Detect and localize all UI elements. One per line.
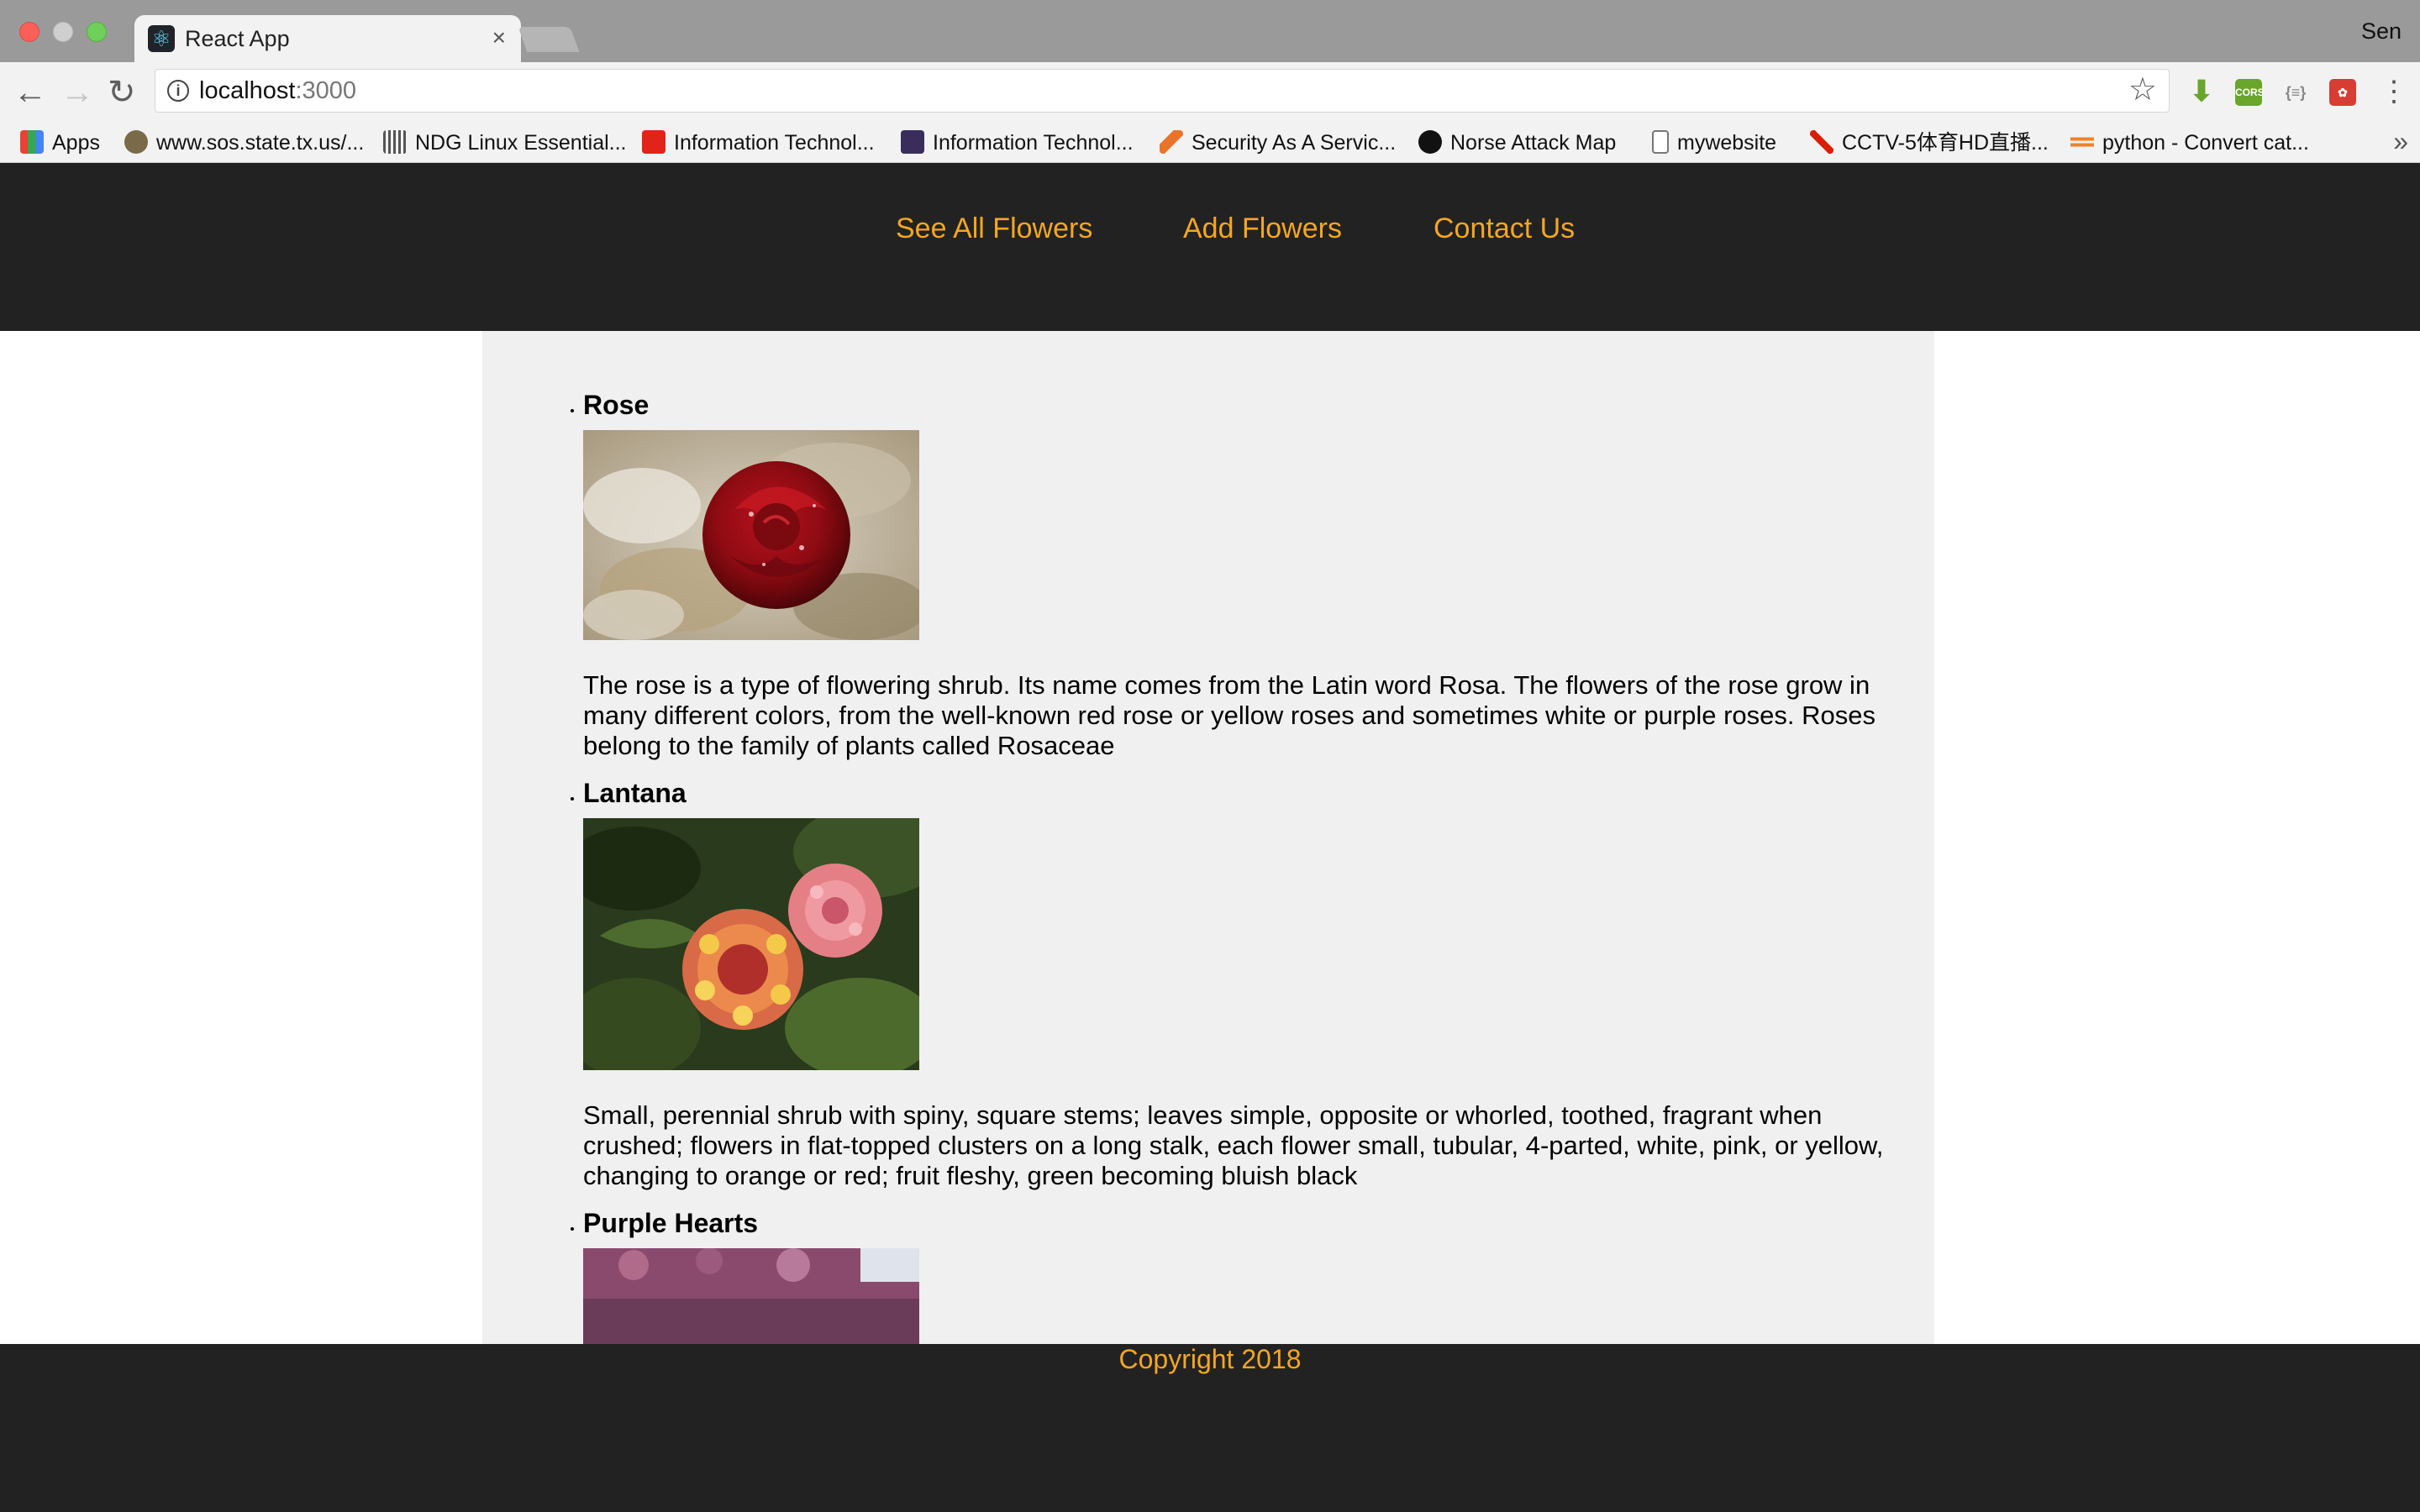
bookmark-python-convert[interactable]: python - Convert cat... [2070,128,2309,158]
flower-name: Rose [583,390,650,420]
flower-item-purple-hearts: Purple Hearts [583,1205,1911,1344]
back-arrow-icon[interactable]: ← [13,74,47,111]
bookmark-sos-state[interactable]: www.sos.state.tx.us/... [124,128,364,158]
site-info-icon[interactable]: i [167,80,189,102]
red-extension-icon[interactable]: ✿ [2329,79,2356,106]
red-rose-photo [583,430,919,640]
bookmark-star-icon[interactable]: ☆ [2128,73,2157,107]
bookmark-label: Information Technol... [933,131,1134,155]
bookmarks-bar: Apps www.sos.state.tx.us/... NDG Linux E… [0,123,2420,163]
bookmark-mywebsite[interactable]: mywebsite [1652,128,1776,158]
flower-description: The rose is a type of flowering shrub. I… [583,670,1876,760]
bookmark-label: Norse Attack Map [1450,131,1617,155]
tab-close-icon[interactable]: × [492,24,506,52]
stackoverflow-icon [2070,130,2094,154]
flower-item-rose: Rose [583,386,1911,761]
browser-tab[interactable]: ⚛ React App × [134,15,521,62]
forward-arrow-icon[interactable]: → [60,74,94,111]
url-host: localhost [199,77,296,104]
lantana-photo [583,818,919,1070]
bookmark-label: NDG Linux Essential... [415,131,627,155]
bookmarks-overflow-icon[interactable]: » [2393,126,2408,156]
grid-logo-icon [901,130,924,154]
window-zoom-button[interactable] [87,22,107,42]
page-icon [1652,130,1669,154]
red-rose-image [583,430,919,640]
bookmark-label: Information Technol... [674,131,875,155]
address-bar[interactable]: i localhost:3000 ☆ [155,69,2170,113]
download-icon[interactable]: ⬇ [2188,77,2215,106]
norse-logo-icon [1418,130,1442,154]
site-footer: Copyright 2018 [0,1344,2420,1512]
browser-menu-icon[interactable]: ⋮ [2380,76,2408,108]
bookmark-label: CCTV-5体育HD直播... [1842,131,2049,155]
reload-icon[interactable]: ↻ [108,74,136,111]
bookmark-info-tech-1[interactable]: Information Technol... [642,128,875,158]
json-viewer-icon[interactable]: {≡} [2282,79,2309,106]
site-header: See All Flowers Add Flowers Contact Us [0,163,2420,331]
nav-add-flowers[interactable]: Add Flowers [1183,210,1342,247]
triangle-logo-icon [1160,130,1183,154]
flower-name: Lantana [583,778,687,808]
bookmark-norse-map[interactable]: Norse Attack Map [1418,128,1616,158]
purple-hearts-image [583,1248,919,1344]
bookmark-security-service[interactable]: Security As A Servic... [1160,128,1396,158]
profile-name[interactable]: Sen [2361,18,2402,45]
seal-icon [124,130,148,154]
tab-title: React App [185,26,290,51]
flower-name: Purple Hearts [583,1208,759,1238]
flower-item-lantana: Lantana [583,774,1911,1191]
bookmark-label: mywebsite [1677,131,1777,155]
bookmark-label: Security As A Servic... [1192,131,1397,155]
new-tab-button[interactable] [518,27,580,52]
url-port: :3000 [295,77,357,104]
browser-toolbar: ← → ↻ i localhost:3000 ☆ ⬇ CORS {≡} ✿ ⋮ [0,62,2420,123]
cisco-icon [383,130,407,154]
bookmark-ndg-linux[interactable]: NDG Linux Essential... [383,128,627,158]
apps-grid-icon [20,130,44,154]
url-text[interactable]: localhost:3000 [199,77,356,105]
bookmark-label: python - Convert cat... [2102,131,2309,155]
browser-tab-bar: ⚛ React App × Sen [0,0,2420,62]
nav-contact-us[interactable]: Contact Us [1434,210,1575,247]
lantana-image [583,818,919,1070]
flower-list-container: Rose [482,331,1934,1344]
bookmark-label: Apps [52,131,100,155]
bookmark-label: www.sos.state.tx.us/... [156,131,365,155]
bookmark-apps[interactable]: Apps [20,128,100,158]
bookmark-cctv5[interactable]: CCTV-5体育HD直播... [1810,128,2049,158]
copyright-text: Copyright 2018 [1118,1344,1302,1374]
window-minimize-button[interactable] [53,22,73,42]
flower-description: Small, perennial shrub with spiny, squar… [583,1100,1884,1190]
cctv-logo-icon [1810,130,1833,154]
purple-hearts-photo [583,1248,919,1344]
bookmark-info-tech-2[interactable]: Information Technol... [901,128,1134,158]
c-logo-icon [642,130,666,154]
window-close-button[interactable] [19,22,39,42]
nav-see-all-flowers[interactable]: See All Flowers [896,210,1092,247]
react-logo-icon: ⚛ [148,25,175,52]
flower-list: Rose [583,331,1911,1344]
cors-icon[interactable]: CORS [2235,79,2265,106]
